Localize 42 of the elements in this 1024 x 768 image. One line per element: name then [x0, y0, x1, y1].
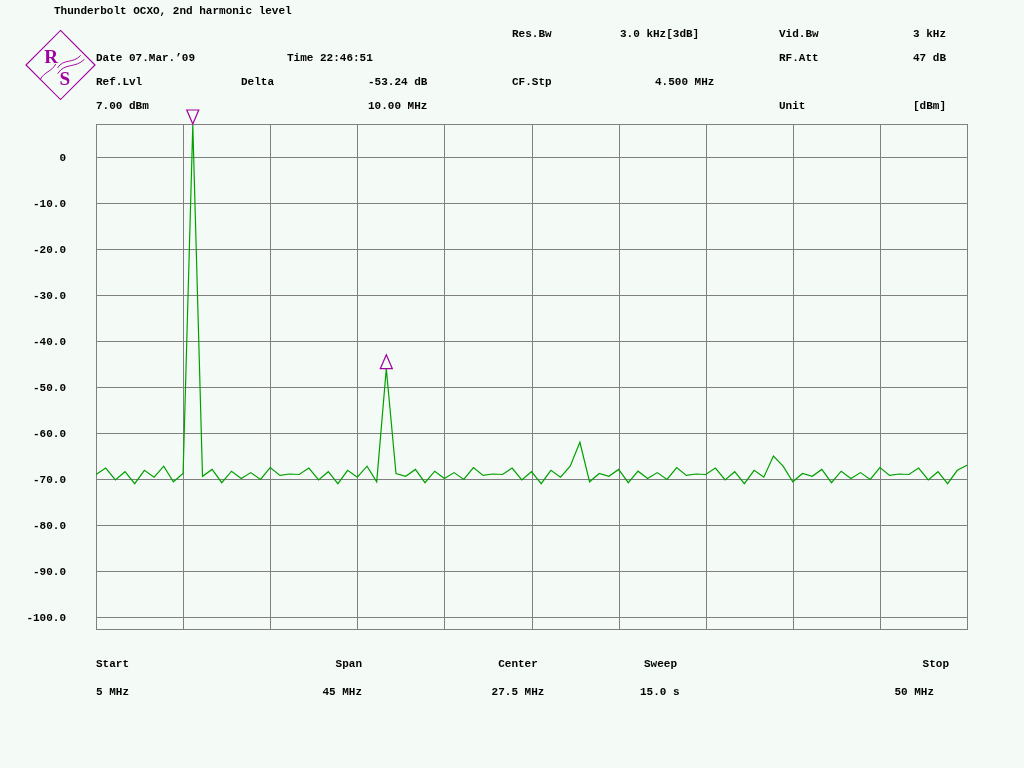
date-text: Date 07.Mar.’09: [96, 50, 197, 66]
marker-icon: [185, 109, 200, 126]
setting-value: 47 dB: [912, 50, 946, 66]
setting-label: RF.Att: [779, 50, 820, 66]
setting-value: [dBm]: [912, 98, 946, 114]
delta-marker-icon: [379, 353, 394, 370]
axis-label: -90.0: [33, 566, 66, 578]
axis-label: -70.0: [33, 474, 66, 486]
axis-label: -20.0: [33, 244, 66, 256]
setting-label: CF.Stp: [512, 74, 553, 90]
axis-label: -80.0: [33, 520, 66, 532]
setting-label: Span: [335, 657, 362, 672]
time-text: Time 22:46:51: [287, 50, 374, 66]
setting-value: 7.00 dBm: [96, 98, 150, 114]
setting-value: 50 MHz: [894, 684, 935, 700]
axis-label: -50.0: [33, 382, 66, 394]
setting-value: 15.0 s: [640, 684, 680, 700]
report-title: Thunderbolt OCXO, 2nd harmonic level: [54, 3, 292, 19]
setting-label: Start: [96, 657, 129, 672]
axis-label: -60.0: [33, 428, 66, 440]
setting-label: Vid.Bw: [779, 26, 820, 42]
setting-label: Res.Bw: [512, 26, 553, 42]
setting-label: Sweep: [644, 657, 677, 672]
setting-label: Ref.Lvl: [96, 74, 144, 90]
setting-label: Delta: [241, 74, 275, 90]
axis-label: 0: [59, 152, 66, 164]
axis-label: -10.0: [33, 198, 66, 210]
setting-value: 3 kHz: [912, 26, 946, 42]
setting-label: Stop: [922, 657, 949, 672]
setting-value: 4.500 MHz: [654, 74, 716, 90]
setting-value: 3.0 kHz[3dB]: [620, 26, 701, 42]
setting-value: 5 MHz: [96, 684, 129, 700]
axis-label: -100.0: [26, 612, 66, 624]
setting-value: 45 MHz: [322, 684, 362, 700]
setting-label: Center: [498, 657, 538, 672]
setting-value: 10.00 MHz: [368, 98, 429, 114]
setting-value: -53.24 dB: [368, 74, 429, 90]
axis-label: -30.0: [33, 290, 66, 302]
axis-label: -40.0: [33, 336, 66, 348]
logo: R S: [25, 28, 96, 102]
setting-label: Unit: [779, 98, 807, 114]
setting-value: 27.5 MHz: [491, 684, 545, 700]
